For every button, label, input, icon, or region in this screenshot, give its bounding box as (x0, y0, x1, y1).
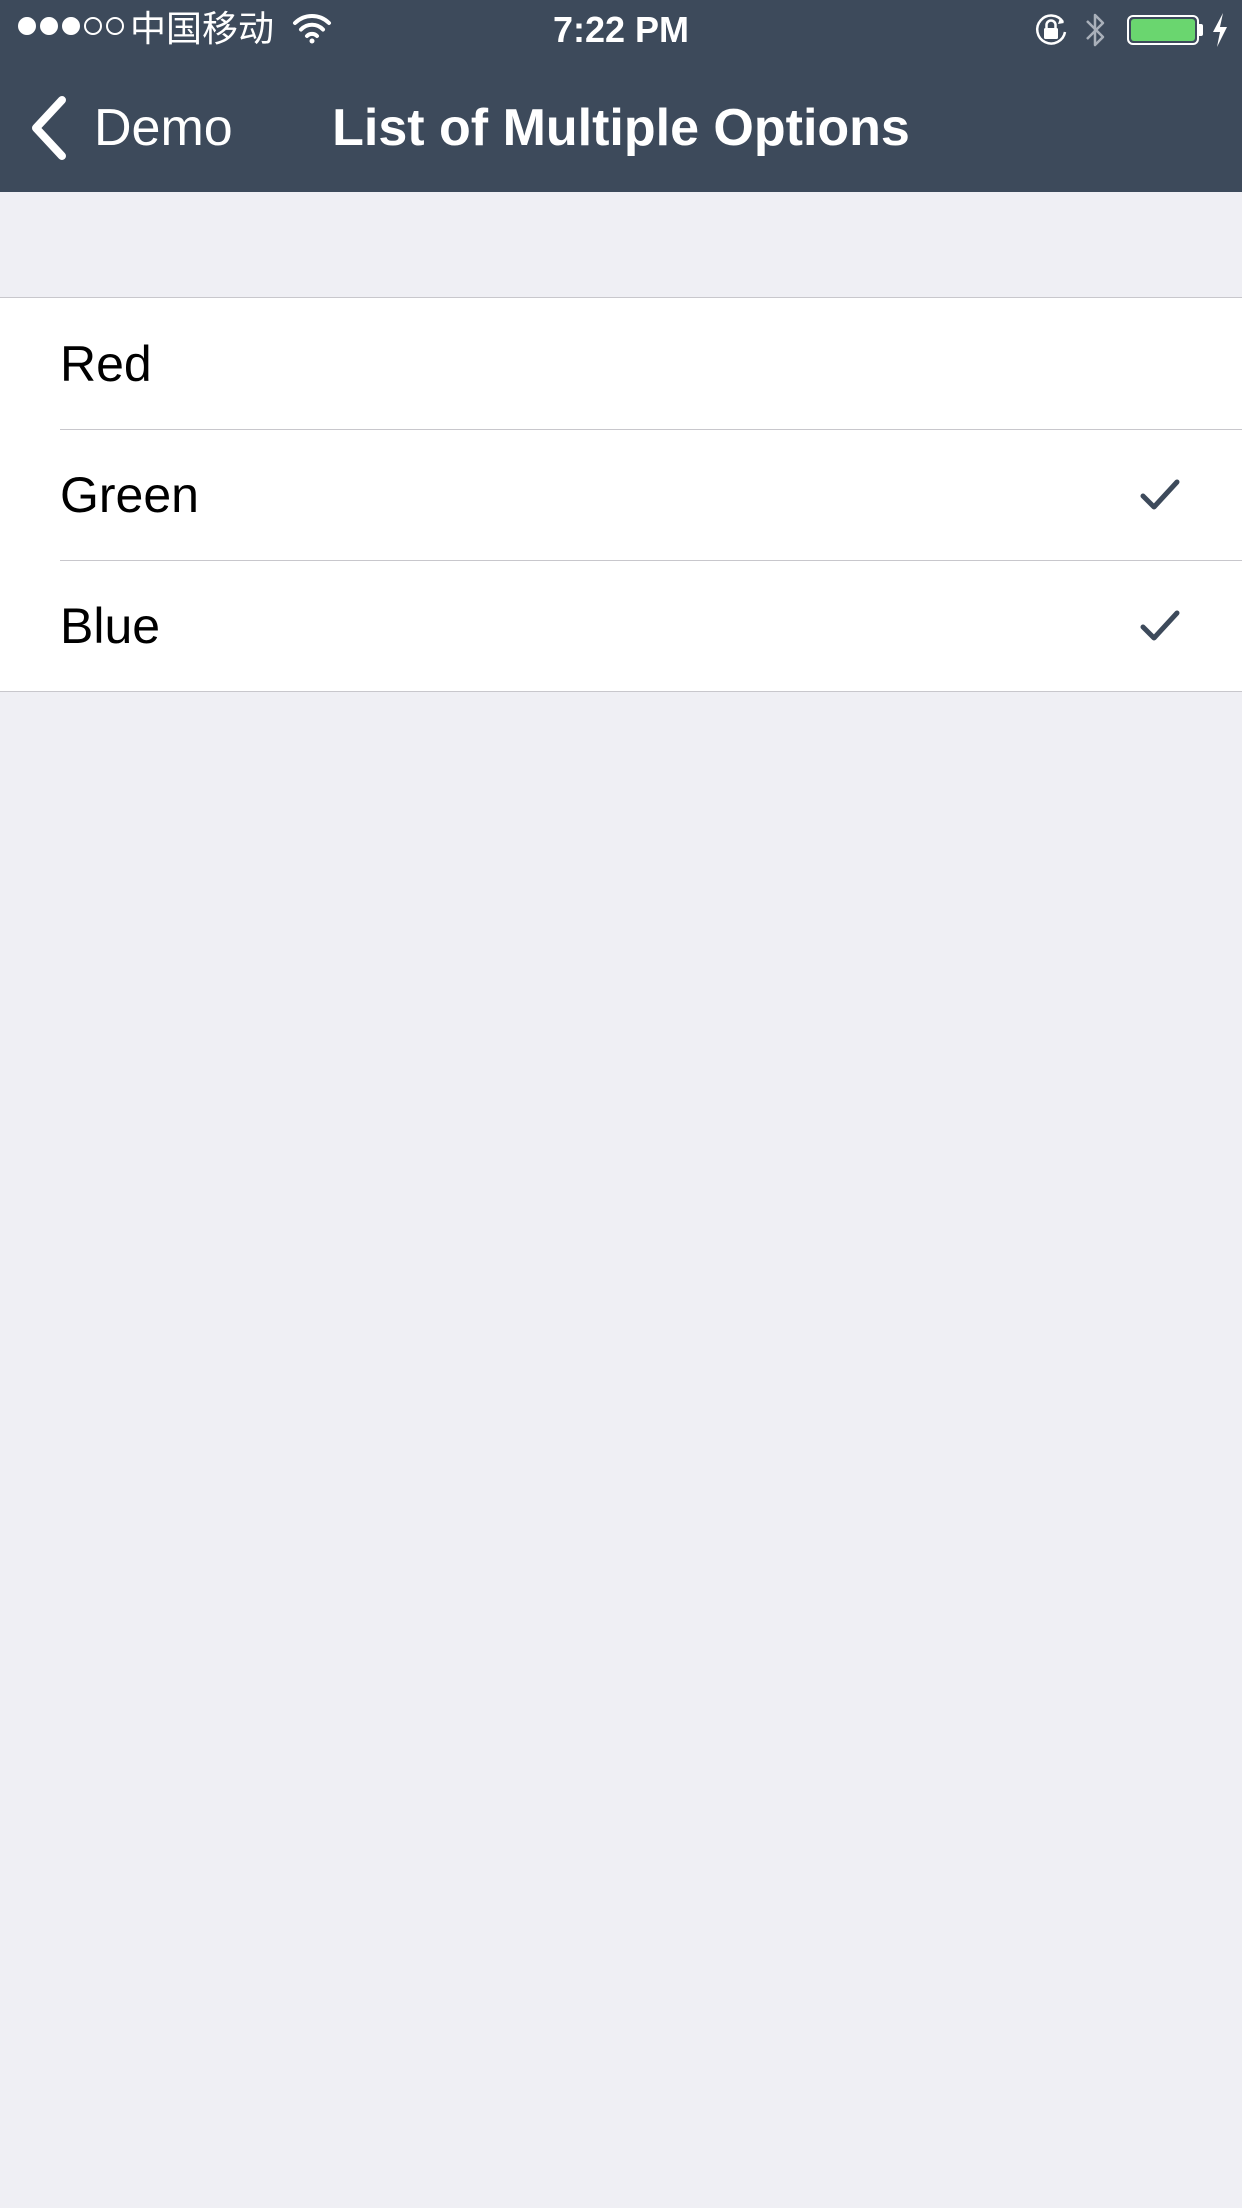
list-item-green[interactable]: Green (0, 429, 1242, 560)
list-item-blue[interactable]: Blue (0, 560, 1242, 691)
orientation-lock-icon (1036, 14, 1067, 45)
list-item-label: Red (60, 335, 152, 392)
bluetooth-icon (1086, 13, 1105, 47)
battery-fill (1131, 19, 1195, 41)
page-title: List of Multiple Options (332, 99, 910, 157)
list-item-red[interactable]: Red (0, 298, 1242, 429)
options-list: Red Green Blue (0, 297, 1242, 692)
list-item-label: Blue (60, 597, 161, 654)
battery-icon (1127, 15, 1199, 45)
battery-tip (1199, 24, 1203, 36)
checkmark-icon (1140, 479, 1180, 509)
checkmark-icon (1140, 610, 1180, 640)
header: 中国移动 7:22 PM Demo List of Multiple Optio… (0, 0, 1242, 192)
status-bar: 中国移动 7:22 PM (0, 0, 1242, 60)
charging-bolt-icon (1213, 13, 1227, 47)
list-item-label: Green (60, 466, 199, 523)
